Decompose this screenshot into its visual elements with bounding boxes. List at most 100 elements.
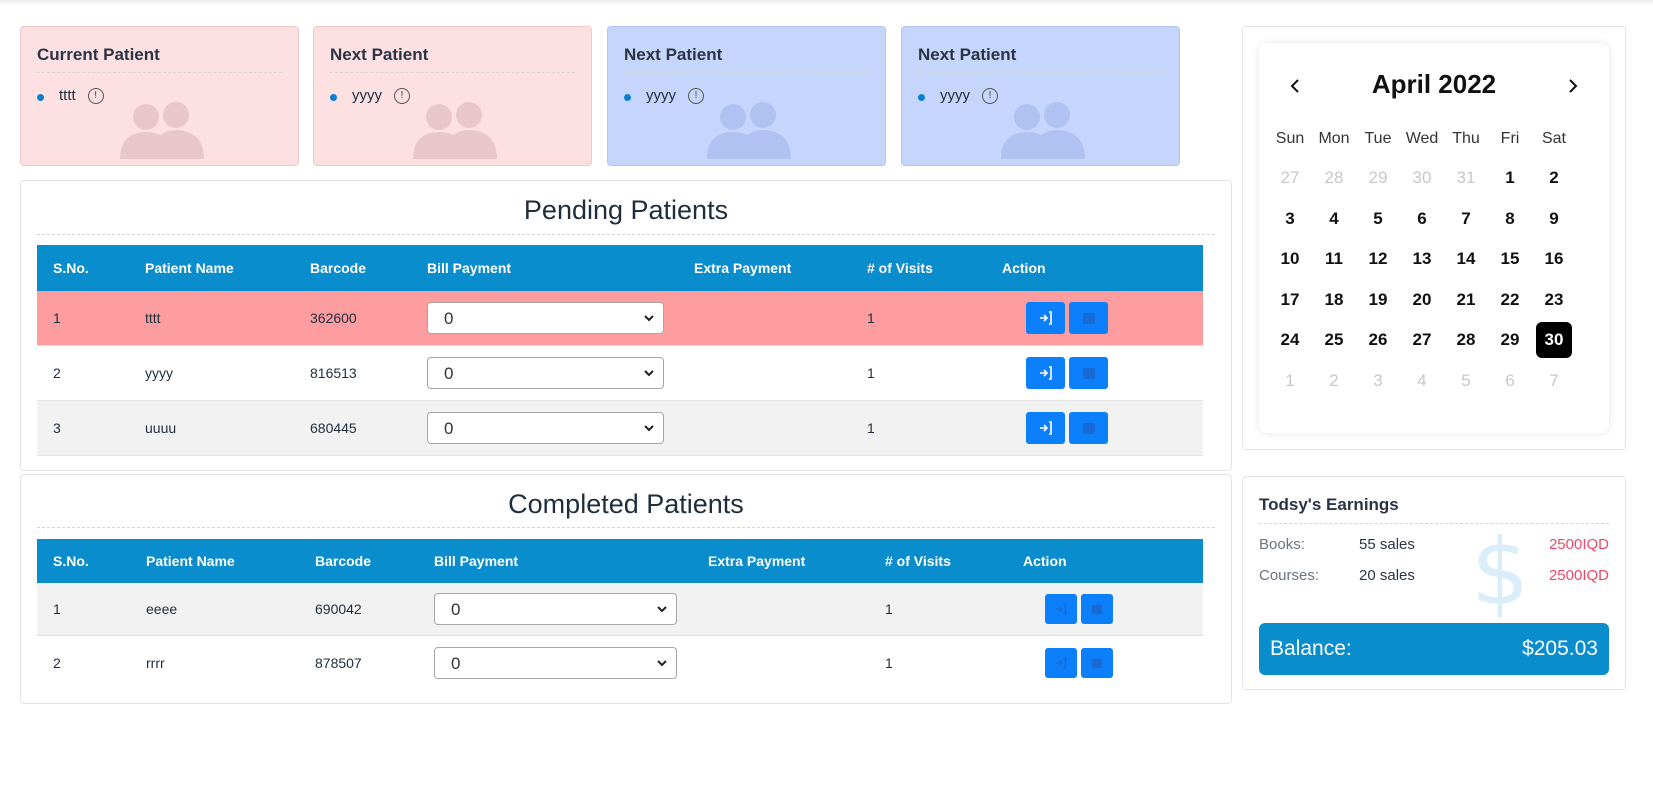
divider <box>1259 523 1609 524</box>
action-buttons <box>1026 302 1108 334</box>
sign-in-icon <box>1039 311 1052 325</box>
balance-value: $205.03 <box>1522 637 1598 660</box>
cell-sno: 2 <box>53 654 61 671</box>
table-header: S.No. Patient Name Barcode Bill Payment … <box>37 539 1203 583</box>
calendar-day-outside[interactable]: 6 <box>1492 363 1528 399</box>
card-title: Current Patient <box>37 45 160 64</box>
calendar-day[interactable]: 7 <box>1448 201 1484 237</box>
calendar-day[interactable]: 28 <box>1448 322 1484 358</box>
dollar-icon: $ <box>1471 519 1530 626</box>
calendar-day[interactable]: 20 <box>1404 282 1440 318</box>
calendar-day[interactable]: 3 <box>1272 201 1308 237</box>
calendar-button[interactable] <box>1069 412 1108 444</box>
earnings-count: 20 sales <box>1359 567 1415 584</box>
calendar-day-outside[interactable]: 1 <box>1272 363 1308 399</box>
users-icon <box>120 102 204 159</box>
patient-name: tttt <box>59 87 76 104</box>
calendar-day[interactable]: 19 <box>1360 282 1396 318</box>
calendar-day[interactable]: 18 <box>1316 282 1352 318</box>
calendar-day[interactable]: 14 <box>1448 241 1484 277</box>
table-row: 1 tttt 362600 0 1 <box>37 291 1203 346</box>
day-of-week-label: Tue <box>1364 130 1392 147</box>
calendar-day[interactable]: 23 <box>1536 282 1572 318</box>
earnings-amount: 2500IQD <box>1548 567 1609 584</box>
calendar-day[interactable]: 22 <box>1492 282 1528 318</box>
info-icon[interactable]: ! <box>394 87 410 104</box>
calendar-day[interactable]: 5 <box>1360 201 1396 237</box>
col-bill-payment: Bill Payment <box>427 260 512 276</box>
calendar-day[interactable]: 6 <box>1404 201 1440 237</box>
calendar-day[interactable]: 29 <box>1492 322 1528 358</box>
calendar-day-outside[interactable]: 2 <box>1316 363 1352 399</box>
patient-name: yyyy <box>646 87 676 104</box>
cell-patient-name: yyyy <box>145 365 173 381</box>
calendar-day-outside[interactable]: 4 <box>1404 363 1440 399</box>
calendar-day-outside[interactable]: 28 <box>1316 160 1352 196</box>
check-in-button[interactable] <box>1026 302 1065 334</box>
info-icon[interactable]: ! <box>688 87 704 104</box>
col-patient-name: Patient Name <box>145 260 234 276</box>
card-title: Next Patient <box>330 45 429 64</box>
bill-payment-select[interactable]: 0 <box>427 357 664 389</box>
calendar-day[interactable]: 25 <box>1316 322 1352 358</box>
calendar-day[interactable]: 17 <box>1272 282 1308 318</box>
col-patient-name: Patient Name <box>146 553 235 569</box>
calendar-day[interactable]: 1 <box>1492 160 1528 196</box>
calendar-day-outside[interactable]: 29 <box>1360 160 1396 196</box>
sign-in-icon <box>1039 366 1052 380</box>
calendar-day[interactable]: 27 <box>1404 322 1440 358</box>
calendar-day-outside[interactable]: 7 <box>1536 363 1572 399</box>
calendar-button[interactable] <box>1081 594 1113 624</box>
calendar-button[interactable] <box>1069 302 1108 334</box>
bill-payment-select[interactable]: 0 <box>434 646 677 679</box>
earnings-title: Todsy's Earnings <box>1259 495 1399 514</box>
calendar-day[interactable]: 11 <box>1316 241 1352 277</box>
calendar-button[interactable] <box>1069 357 1108 389</box>
bill-payment-select[interactable]: 0 <box>434 593 677 625</box>
completed-patients-section: Completed Patients S.No. Patient Name Ba… <box>20 474 1232 704</box>
info-icon[interactable]: ! <box>87 87 104 104</box>
table-header: S.No. Patient Name Barcode Bill Payment … <box>37 245 1203 291</box>
cell-patient-name: rrrr <box>146 654 165 671</box>
check-in-button[interactable] <box>1045 594 1077 624</box>
calendar-day[interactable]: 26 <box>1360 322 1396 358</box>
calendar-icon <box>1091 658 1103 668</box>
info-icon[interactable]: ! <box>982 87 998 104</box>
select-value: 0 <box>444 309 454 328</box>
calendar-day-outside[interactable]: 3 <box>1360 363 1396 399</box>
check-in-button[interactable] <box>1045 647 1077 678</box>
check-in-button[interactable] <box>1026 412 1065 444</box>
patient-entry: yyyy ! <box>330 87 410 104</box>
bullet-icon <box>330 94 337 101</box>
bill-payment-select[interactable]: 0 <box>427 412 664 444</box>
calendar-day-outside[interactable]: 31 <box>1448 160 1484 196</box>
calendar-day[interactable]: 2 <box>1536 160 1572 196</box>
earnings-amount: 2500IQD <box>1548 536 1609 553</box>
calendar-day-outside[interactable]: 30 <box>1404 160 1440 196</box>
calendar-day[interactable]: 16 <box>1536 241 1572 277</box>
select-value: 0 <box>451 600 461 619</box>
select-value: 0 <box>444 364 454 383</box>
calendar-day-outside[interactable]: 27 <box>1272 160 1308 196</box>
users-icon <box>707 102 791 159</box>
calendar-day-outside[interactable]: 5 <box>1448 363 1484 399</box>
calendar-day[interactable]: 24 <box>1272 322 1308 358</box>
calendar-day[interactable]: 30 <box>1536 322 1572 358</box>
bill-payment-select[interactable]: 0 <box>427 302 664 334</box>
calendar-day[interactable]: 13 <box>1404 241 1440 277</box>
cell-visits: 1 <box>867 310 875 326</box>
next-patient-card: Next Patient yyyy ! <box>607 26 886 166</box>
calendar-day[interactable]: 4 <box>1316 201 1352 237</box>
calendar-day[interactable]: 15 <box>1492 241 1528 277</box>
cell-patient-name: uuuu <box>145 420 177 436</box>
calendar-day[interactable]: 12 <box>1360 241 1396 277</box>
check-in-button[interactable] <box>1026 357 1065 389</box>
calendar-day[interactable]: 8 <box>1492 201 1528 237</box>
calendar-day[interactable]: 9 <box>1536 201 1572 237</box>
calendar-button[interactable] <box>1081 647 1113 678</box>
next-month-button[interactable] <box>1561 74 1585 98</box>
calendar-day[interactable]: 10 <box>1272 241 1308 277</box>
earnings-count: 55 sales <box>1359 536 1415 553</box>
calendar-day[interactable]: 21 <box>1448 282 1484 318</box>
earnings-label: Courses: <box>1259 567 1320 584</box>
